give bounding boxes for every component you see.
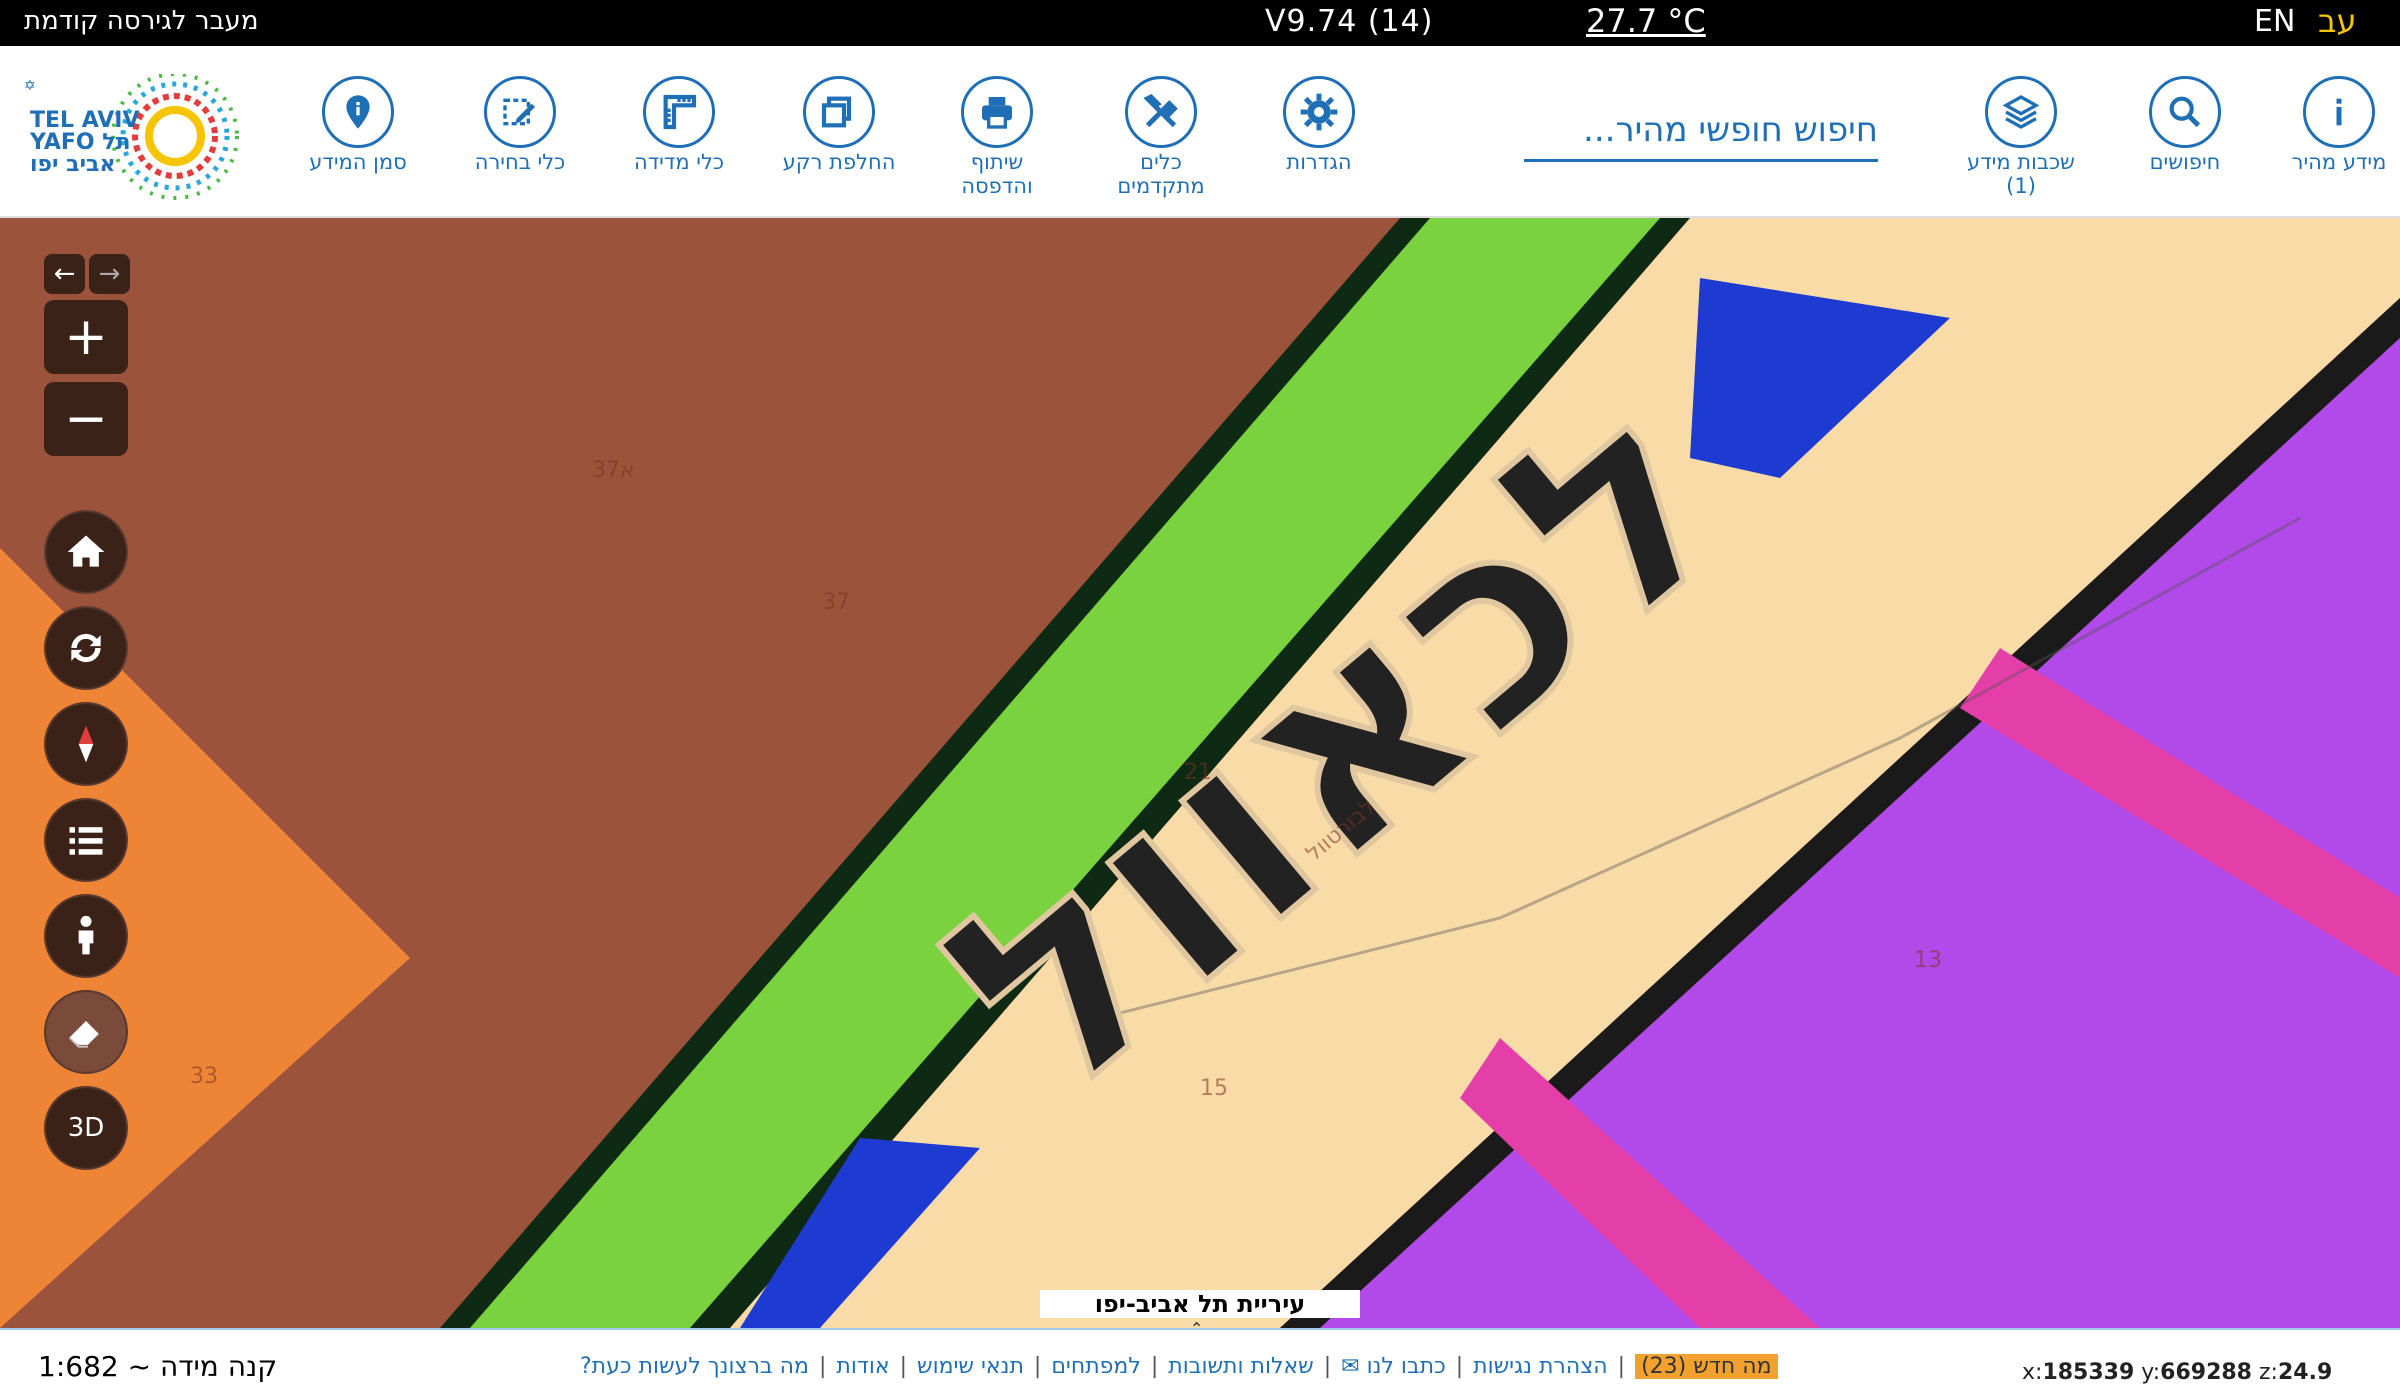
ruler-icon	[663, 94, 697, 130]
footer-link[interactable]: מה ברצונך לעשות כעת?	[580, 1354, 809, 1379]
settings-button[interactable]: הגדרות	[1244, 76, 1394, 174]
stacked-layers-icon	[2002, 95, 2040, 129]
street-view-button[interactable]	[44, 894, 128, 978]
compass-icon	[78, 725, 94, 763]
eraser-icon	[68, 1021, 99, 1048]
person-icon	[78, 915, 94, 955]
3d-button[interactable]: 3D	[44, 1086, 128, 1170]
select-pencil-icon	[503, 98, 535, 126]
footer-link[interactable]: כתבו לנו ✉	[1341, 1354, 1446, 1379]
list-icon	[69, 827, 103, 855]
parcel-label: 13	[1914, 948, 1942, 973]
refresh-icon	[71, 633, 101, 663]
quick-search	[1524, 102, 1878, 162]
parcel-label: 15	[1200, 1076, 1228, 1101]
select-tools-button[interactable]: כלי בחירה	[445, 76, 595, 174]
share-print-button[interactable]: שיתוף והדפסה	[922, 76, 1072, 198]
footer-link[interactable]: אודות	[836, 1354, 889, 1379]
compass-button[interactable]	[44, 702, 128, 786]
svg-text:✡: ✡	[24, 78, 36, 94]
quick-info-button[interactable]: מידע מהיר	[2264, 76, 2400, 174]
advanced-tools-button[interactable]: כלים מתקדמים	[1086, 76, 1236, 198]
temperature-link[interactable]: 27.7 °C	[1586, 2, 1706, 40]
tel-aviv-logo[interactable]: ✡ TEL AVIV YAFO תל אביב יפו	[20, 72, 250, 204]
search-input[interactable]	[1524, 102, 1878, 158]
parcel-label: 21	[1184, 760, 1212, 785]
back-arrow-button[interactable]: ←	[44, 254, 85, 294]
tools-icon	[1143, 93, 1178, 128]
footer-link[interactable]: תנאי שימוש	[917, 1354, 1024, 1379]
coord-x: 185339	[2042, 1360, 2135, 1385]
zoom-in-button[interactable]: +	[44, 300, 128, 374]
map-pin-icon	[346, 95, 370, 129]
info-layers-button[interactable]: שכבות מידע (1)	[1946, 76, 2096, 198]
footer-links: מה חדש (23) | הצהרת נגישות | כתבו לנו ✉ …	[580, 1354, 1778, 1379]
searches-button[interactable]: חיפושים	[2110, 76, 2260, 174]
info-icon	[2336, 98, 2342, 126]
footer-bar: קנה מידה ~ 1:682 מה חדש (23) | הצהרת נגי…	[0, 1328, 2400, 1392]
home-icon	[67, 535, 105, 567]
measure-tools-button[interactable]: כלי מדידה	[604, 76, 754, 174]
refresh-button[interactable]	[44, 606, 128, 690]
parcel-label: 33	[190, 1064, 218, 1089]
eraser-button[interactable]	[44, 990, 128, 1074]
top-bar: מעבר לגירסה קודמת V9.74 (14) 27.7 °C EN …	[0, 0, 2400, 46]
background-switch-button[interactable]: החלפת רקע	[764, 76, 914, 174]
info-marker-button[interactable]: סמן המידע	[283, 76, 433, 174]
home-button[interactable]	[44, 510, 128, 594]
version-label: V9.74 (14)	[1265, 4, 1434, 39]
history-nav: ← →	[44, 254, 130, 294]
scale-label: קנה מידה ~ 1:682	[38, 1350, 278, 1383]
coord-z: 24.9	[2277, 1360, 2333, 1385]
printer-icon	[982, 97, 1012, 129]
search-icon	[2169, 96, 2201, 128]
legend-button[interactable]	[44, 798, 128, 882]
city-label: עיריית תל אביב-יפו	[1040, 1290, 1360, 1318]
parcel-label: 37	[822, 590, 850, 615]
footer-link[interactable]: הצהרת נגישות	[1473, 1354, 1608, 1379]
whats-new-link[interactable]: מה חדש (23)	[1635, 1354, 1778, 1379]
zone-text: לכאוול	[891, 332, 1785, 1156]
coordinates-readout: x:185339 y:669288 z:24.9	[2022, 1360, 2333, 1385]
coord-y: 669288	[2160, 1360, 2252, 1385]
main-toolbar: ✡ TEL AVIV YAFO תל אביב יפו סמן המידע כל…	[0, 46, 2400, 218]
footer-link[interactable]: למפתחים	[1051, 1354, 1141, 1379]
footer-link[interactable]: שאלות ותשובות	[1168, 1354, 1313, 1379]
previous-version-link[interactable]: מעבר לגירסה קודמת	[24, 6, 258, 36]
zoom-out-button[interactable]: −	[44, 382, 128, 456]
map-canvas[interactable]: לכאוול 37א 37 21 33 15 13 לבורטוול	[0, 218, 2400, 1328]
forward-arrow-button[interactable]: →	[89, 254, 130, 294]
logo-text: TEL AVIV YAFO תל אביב יפו	[30, 108, 140, 177]
language-english[interactable]: EN	[2254, 4, 2295, 39]
gear-icon	[1300, 93, 1338, 131]
parcel-label: 37א	[592, 458, 635, 483]
layers-square-icon	[821, 96, 852, 128]
language-hebrew[interactable]: עב	[2318, 2, 2357, 40]
